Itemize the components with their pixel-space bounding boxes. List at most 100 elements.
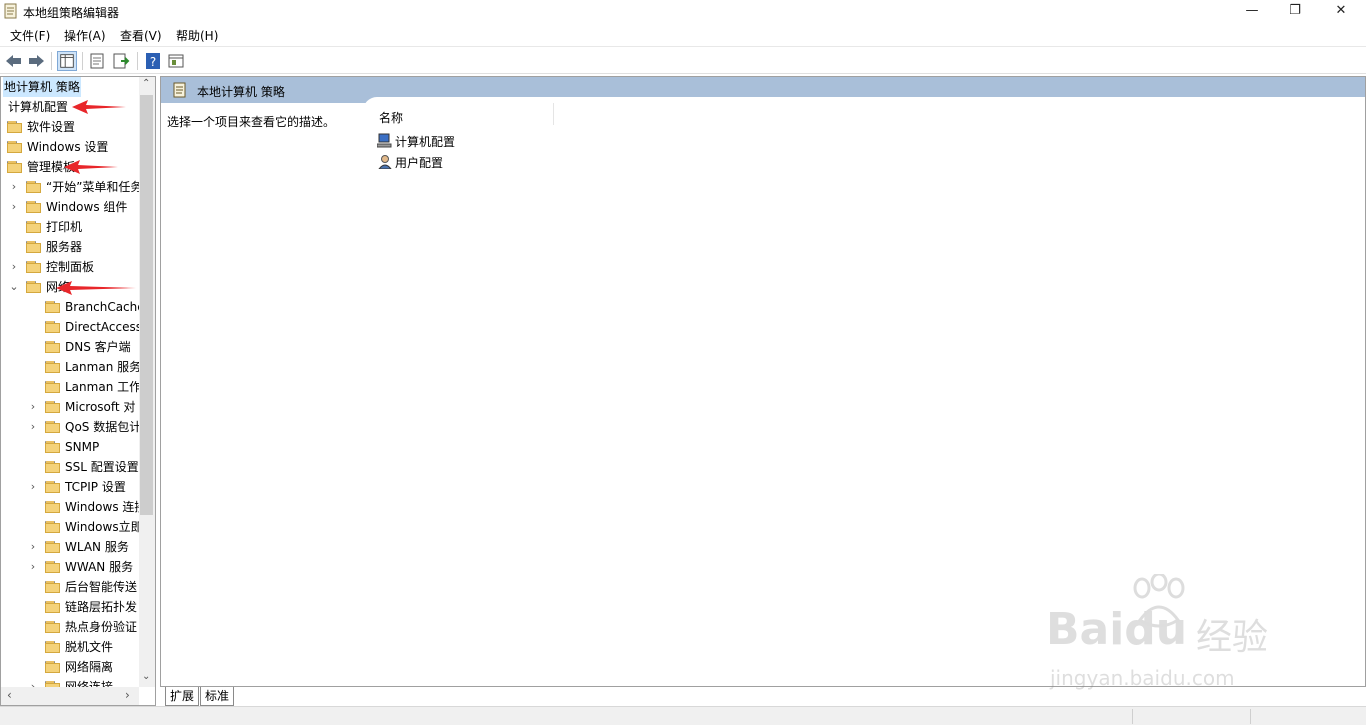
tree-item-label: 脱机文件	[65, 640, 114, 654]
help-icon[interactable]: ?	[143, 51, 163, 71]
tree-item[interactable]: SSL 配置设置	[1, 457, 139, 477]
tree-item-label: WWAN 服务	[65, 560, 134, 574]
tree-item-label: WLAN 服务	[65, 540, 129, 554]
tree-item-label: 软件设置	[27, 120, 76, 134]
folder-icon	[45, 661, 60, 673]
chevron-right-icon[interactable]: ›	[9, 257, 19, 277]
tree-item[interactable]: 网络隔离	[1, 657, 139, 677]
folder-icon	[26, 221, 41, 233]
tree-item[interactable]: 服务器	[1, 237, 139, 257]
folder-icon	[7, 141, 22, 153]
tree-item-label: 热点身份验证	[65, 620, 138, 634]
tree-item[interactable]: DirectAccess	[1, 317, 142, 337]
chevron-right-icon[interactable]: ›	[28, 557, 38, 577]
tree-item-label: 地计算机 策略	[3, 77, 81, 97]
menu-view[interactable]: 查看(V)	[120, 27, 162, 44]
console-view-icon[interactable]	[166, 51, 186, 71]
folder-icon	[26, 241, 41, 253]
folder-icon	[45, 441, 60, 453]
tree-item[interactable]: › TCPIP 设置	[1, 477, 139, 497]
show-hide-tree-icon[interactable]	[57, 51, 77, 71]
chevron-right-icon[interactable]: ›	[9, 177, 19, 197]
watermark-cn: 经验	[1196, 617, 1269, 658]
scroll-right-icon[interactable]: ›	[125, 688, 130, 702]
tree-vertical-scrollbar[interactable]: ⌃ ⌄	[139, 77, 155, 687]
tree-item[interactable]: 热点身份验证	[1, 617, 139, 637]
tree-item-label: Lanman 服务	[65, 360, 142, 374]
folder-icon	[26, 261, 41, 273]
forward-arrow-icon[interactable]	[26, 51, 46, 71]
column-header-name[interactable]: 名称	[379, 109, 403, 126]
folder-icon	[45, 301, 60, 313]
policy-editor-icon	[4, 3, 17, 19]
tree-item[interactable]: Windows 连接	[1, 497, 146, 517]
restore-button[interactable]: ❐	[1272, 0, 1318, 24]
chevron-right-icon[interactable]: ›	[28, 417, 38, 437]
toolbar: ?	[0, 46, 1366, 74]
folder-icon	[45, 321, 60, 333]
back-arrow-icon[interactable]	[4, 51, 24, 71]
tree-item[interactable]: 后台智能传送	[1, 577, 139, 597]
computer-icon	[377, 133, 392, 148]
scroll-left-icon[interactable]: ‹	[7, 688, 12, 702]
tree-item[interactable]: 打印机	[1, 217, 139, 237]
tree-item[interactable]: 软件设置	[1, 117, 139, 137]
folder-icon	[45, 521, 60, 533]
tree-item[interactable]: › WWAN 服务	[1, 557, 139, 577]
chevron-right-icon[interactable]: ›	[9, 197, 19, 217]
tree-item-label: QoS 数据包计	[65, 420, 142, 434]
tree-item-label: Microsoft 对	[65, 400, 136, 414]
scroll-up-icon[interactable]: ⌃	[142, 78, 150, 89]
paw-icon	[1133, 574, 1185, 628]
tree-item[interactable]: 链路层拓扑发	[1, 597, 139, 617]
tree-item-label: 控制面板	[46, 260, 95, 274]
chevron-right-icon[interactable]: ›	[28, 477, 38, 497]
tree-item-label: SNMP	[65, 440, 100, 454]
tree-item[interactable]: › WLAN 服务	[1, 537, 139, 557]
status-bar	[0, 706, 1366, 725]
tree-item-label: TCPIP 设置	[65, 480, 126, 494]
tree-item-label: Windows立即	[65, 520, 143, 534]
tree-item[interactable]: 地计算机 策略	[1, 77, 139, 97]
properties-icon[interactable]	[87, 51, 107, 71]
scroll-down-icon[interactable]: ⌄	[142, 671, 150, 682]
menu-action[interactable]: 操作(A)	[64, 27, 106, 44]
chevron-right-icon[interactable]: ›	[28, 397, 38, 417]
tree-item[interactable]: DNS 客户端	[1, 337, 139, 357]
menu-file[interactable]: 文件(F)	[10, 27, 50, 44]
tab-standard[interactable]: 标准	[200, 687, 235, 706]
watermark-url: jingyan.baidu.com	[1050, 666, 1235, 690]
folder-icon	[45, 541, 60, 553]
chevron-right-icon[interactable]: ›	[28, 537, 38, 557]
tree-horizontal-scrollbar[interactable]: ‹ ›	[1, 687, 139, 705]
export-list-icon[interactable]	[111, 51, 131, 71]
tree-item[interactable]: SNMP	[1, 437, 139, 457]
tree-item[interactable]: Windows 设置	[1, 137, 139, 157]
tree-item[interactable]: BranchCache	[1, 297, 145, 317]
scroll-thumb[interactable]	[140, 95, 153, 515]
tab-extended[interactable]: 扩展	[165, 687, 200, 706]
tree-item[interactable]: › QoS 数据包计	[1, 417, 142, 437]
tree-item[interactable]: › 控制面板	[1, 257, 139, 277]
folder-icon	[45, 581, 60, 593]
tree-item[interactable]: › Microsoft 对	[1, 397, 139, 417]
tree-item[interactable]: Lanman 服务	[1, 357, 142, 377]
tree-item[interactable]: › Windows 组件	[1, 197, 139, 217]
column-divider[interactable]	[553, 103, 554, 125]
tree-item[interactable]: Windows立即	[1, 517, 143, 537]
description-text: 选择一个项目来查看它的描述。	[167, 115, 336, 129]
tree-item[interactable]: › “开始”菜单和任务	[1, 177, 143, 197]
list-item-label: 计算机配置	[395, 135, 456, 149]
title-bar: 本地组策略编辑器 — ❐ ✕	[0, 0, 1366, 24]
minimize-button[interactable]: —	[1229, 0, 1275, 24]
list-item-label: 用户配置	[395, 156, 444, 170]
chevron-down-icon[interactable]: ⌄	[9, 277, 19, 297]
menu-help[interactable]: 帮助(H)	[176, 27, 218, 44]
baidu-watermark: Baidu 经验 jingyan.baidu.com	[1046, 574, 1296, 694]
tree-item[interactable]: 脱机文件	[1, 637, 139, 657]
user-icon	[378, 155, 392, 169]
tree-item[interactable]: Lanman 工作	[1, 377, 142, 397]
tree-item-label: Lanman 工作	[65, 380, 142, 394]
close-button[interactable]: ✕	[1318, 0, 1364, 24]
folder-icon	[45, 461, 60, 473]
